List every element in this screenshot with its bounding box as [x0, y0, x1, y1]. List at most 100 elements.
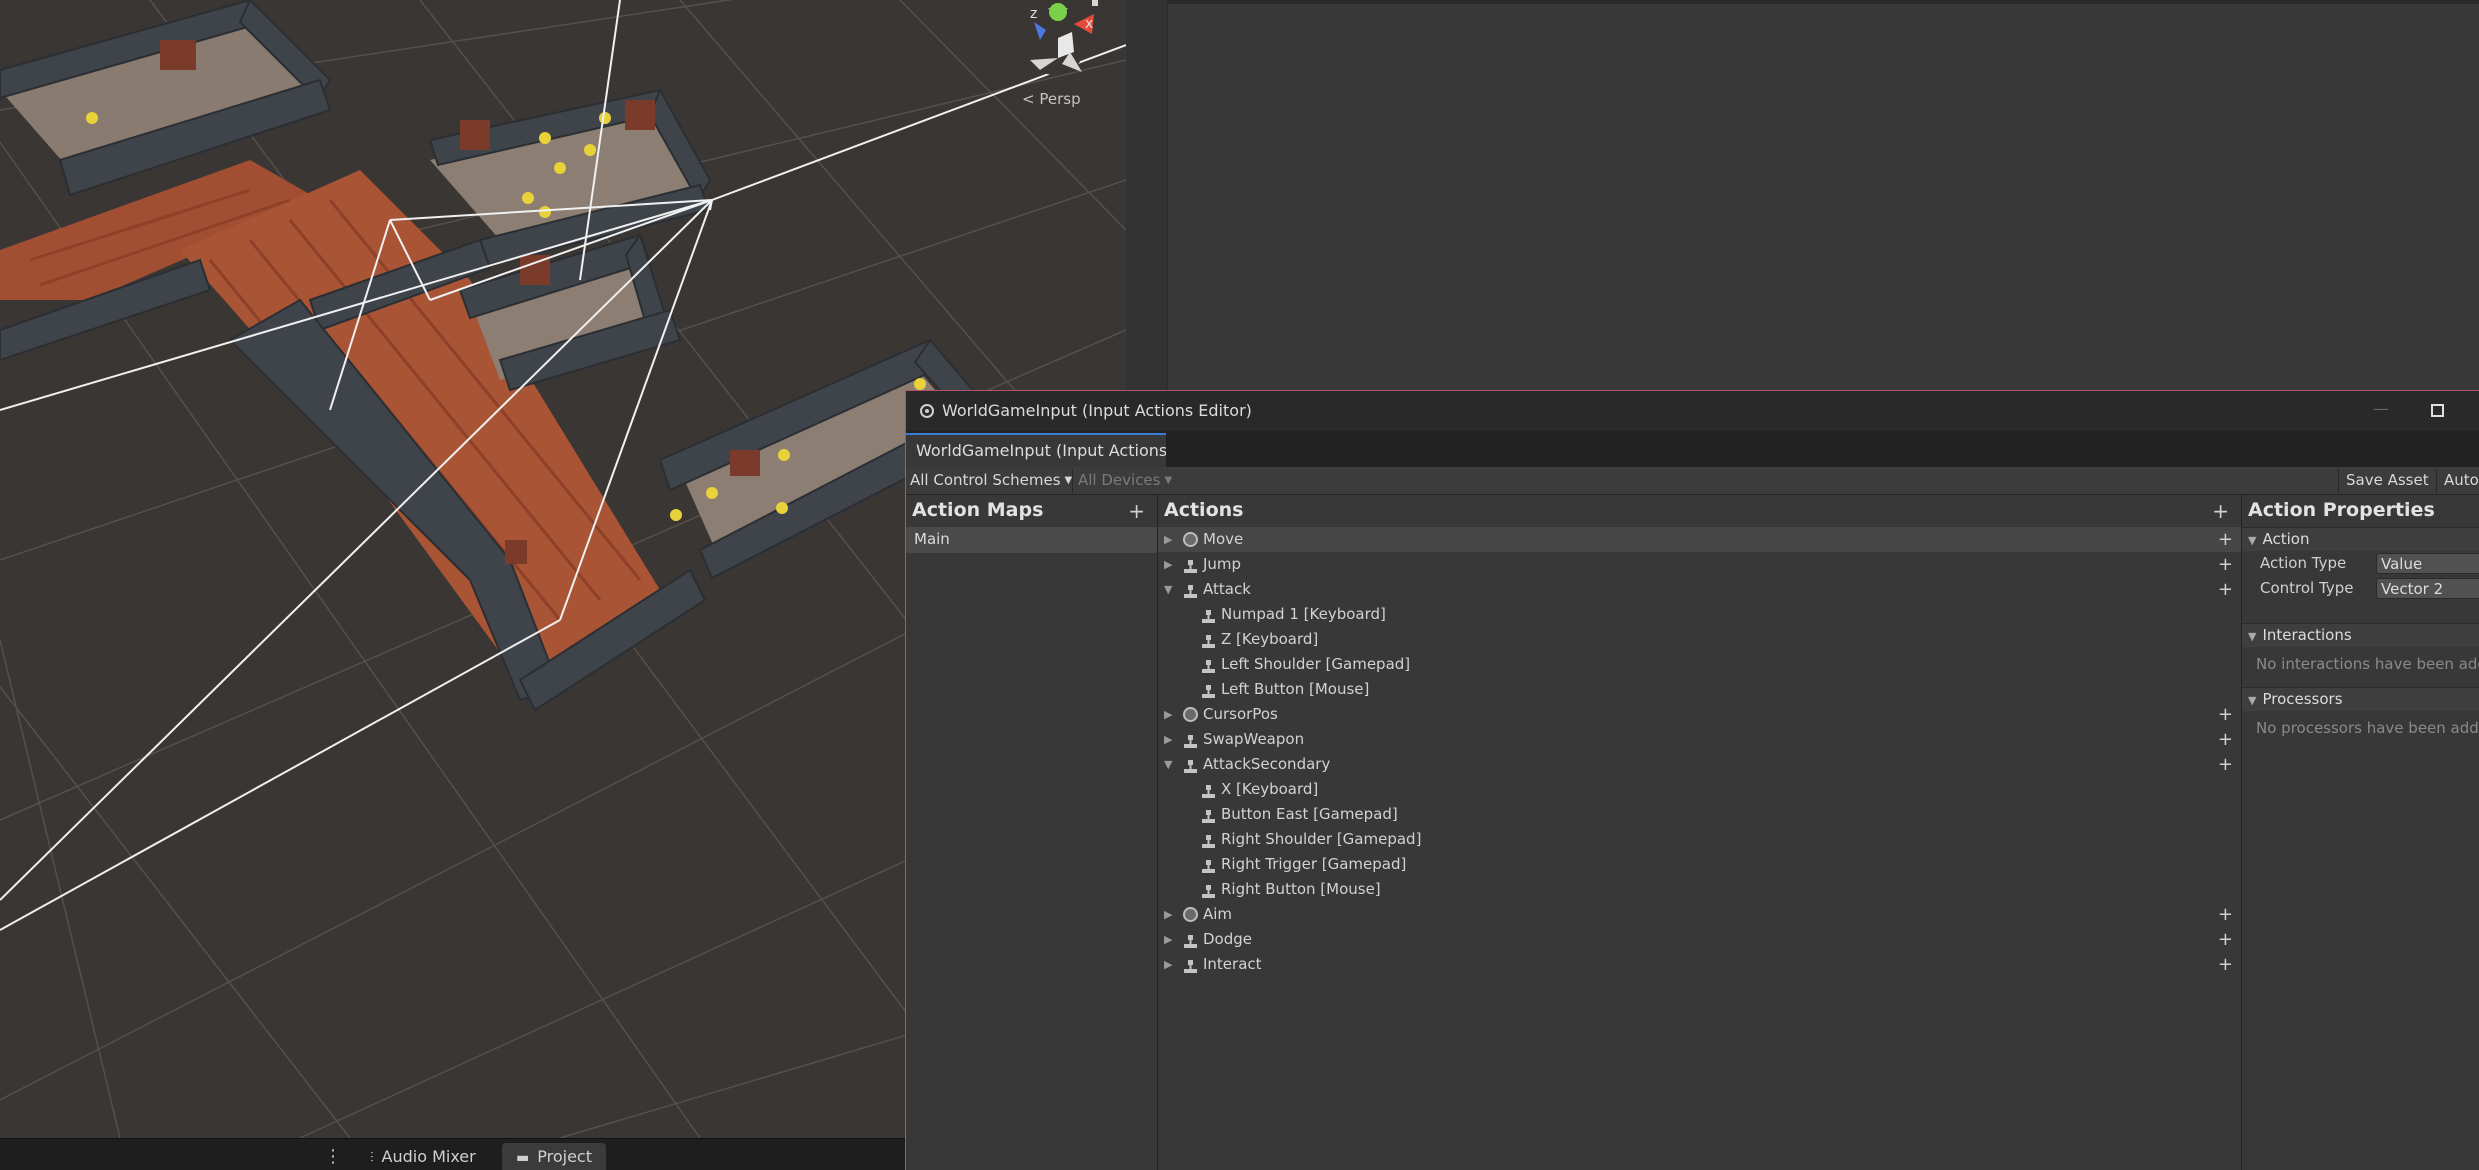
tab-project-label: Project	[537, 1147, 592, 1166]
action-row[interactable]: ▶ SwapWeapon +	[1158, 727, 2241, 752]
interactions-foldout[interactable]: ▼ Interactions	[2242, 623, 2479, 647]
foldout-collapsed-icon[interactable]: ▶	[1164, 927, 1176, 952]
caret-down-icon: ▼	[1164, 475, 1173, 486]
add-binding-button[interactable]: +	[2218, 577, 2233, 602]
foldout-collapsed-icon[interactable]: ▶	[1164, 727, 1176, 752]
input-actions-asset-icon	[920, 404, 934, 418]
foldout-expanded-icon[interactable]: ▼	[1164, 577, 1176, 602]
control-schemes-dropdown[interactable]: All Control Schemes ▼	[910, 471, 1072, 489]
kebab-menu-icon[interactable]: ⋮	[323, 1143, 343, 1170]
action-section-foldout[interactable]: ▼ Action	[2242, 527, 2479, 551]
window-title: WorldGameInput (Input Actions Editor)	[942, 401, 1252, 420]
action-row[interactable]: ▶ Dodge +	[1158, 927, 2241, 952]
control-type-dropdown[interactable]: Vector 2	[2376, 578, 2479, 599]
binding-label: Left Shoulder [Gamepad]	[1221, 655, 1411, 673]
tab-audio-mixer[interactable]: ⫶ Audio Mixer	[356, 1143, 490, 1170]
folder-icon: ▬	[516, 1150, 530, 1166]
button-action-icon	[1183, 957, 1198, 973]
projection-toggle[interactable]: < Persp	[1022, 90, 1081, 108]
add-binding-button[interactable]: +	[2218, 727, 2233, 752]
binding-icon	[1201, 632, 1216, 648]
tab-world-game-input[interactable]: WorldGameInput (Input Actions E	[906, 433, 1166, 467]
button-action-icon	[1183, 757, 1198, 773]
binding-icon	[1201, 657, 1216, 673]
tab-project[interactable]: ▬ Project	[502, 1143, 606, 1170]
actions-tree: ▶ Move + ▶ Jump + ▼ Attack + Numpad 1 [Keyboard] Z…	[1158, 527, 2241, 977]
minimize-button[interactable]: —	[2368, 399, 2394, 423]
action-row[interactable]: ▶ Interact +	[1158, 952, 2241, 977]
action-row[interactable]: ▼ Attack +	[1158, 577, 2241, 602]
add-binding-button[interactable]: +	[2218, 552, 2233, 577]
binding-icon	[1201, 782, 1216, 798]
audio-mixer-icon: ⫶	[370, 1150, 374, 1166]
action-label: AttackSecondary	[1203, 755, 1331, 773]
add-binding-button[interactable]: +	[2218, 927, 2233, 952]
binding-row[interactable]: Left Button [Mouse]	[1158, 677, 2241, 702]
action-row[interactable]: ▼ AttackSecondary +	[1158, 752, 2241, 777]
auto-save-toggle[interactable]: Auto-Save	[2444, 471, 2479, 489]
inspector-panel	[1126, 0, 2479, 390]
binding-row[interactable]: Right Trigger [Gamepad]	[1158, 852, 2241, 877]
binding-label: Right Shoulder [Gamepad]	[1221, 830, 1422, 848]
binding-label: Right Trigger [Gamepad]	[1221, 855, 1407, 873]
devices-dropdown[interactable]: All Devices ▼	[1078, 471, 1172, 489]
binding-row[interactable]: Left Shoulder [Gamepad]	[1158, 652, 2241, 677]
button-action-icon	[1183, 557, 1198, 573]
button-action-icon	[1183, 582, 1198, 598]
binding-label: Left Button [Mouse]	[1221, 680, 1370, 698]
foldout-collapsed-icon[interactable]: ▶	[1164, 527, 1176, 552]
binding-icon	[1201, 607, 1216, 623]
action-properties-panel: Action Properties ▼ Action Action Type Va…	[2242, 495, 2479, 1170]
gizmo-x-label: x	[1085, 16, 1093, 32]
action-label: Interact	[1203, 955, 1262, 973]
actions-panel: Actions + ▶ Move + ▶ Jump + ▼ Attack + Numpad 1 […	[1158, 495, 2242, 1170]
binding-row[interactable]: Numpad 1 [Keyboard]	[1158, 602, 2241, 627]
processors-foldout[interactable]: ▼ Processors	[2242, 687, 2479, 711]
action-label: Aim	[1203, 905, 1233, 923]
action-row[interactable]: ▶ Move +	[1158, 527, 2241, 552]
foldout-collapsed-icon[interactable]: ▶	[1164, 702, 1176, 727]
binding-icon	[1201, 832, 1216, 848]
add-binding-button[interactable]: +	[2218, 527, 2233, 552]
maximize-button[interactable]	[2424, 399, 2450, 423]
action-maps-panel: Action Maps + Main	[906, 495, 1158, 1170]
add-action-button[interactable]: +	[2212, 499, 2229, 523]
action-label: Dodge	[1203, 930, 1252, 948]
add-binding-button[interactable]: +	[2218, 952, 2233, 977]
foldout-expanded-icon[interactable]: ▼	[1164, 752, 1176, 777]
binding-row[interactable]: Right Button [Mouse]	[1158, 877, 2241, 902]
binding-label: Numpad 1 [Keyboard]	[1221, 605, 1386, 623]
action-map-item[interactable]: Main	[906, 527, 1157, 553]
action-label: Move	[1203, 530, 1244, 548]
binding-row[interactable]: Button East [Gamepad]	[1158, 802, 2241, 827]
toolbar-divider	[1072, 469, 1073, 493]
binding-row[interactable]: X [Keyboard]	[1158, 777, 2241, 802]
processors-empty-note: No processors have been added.	[2256, 719, 2479, 737]
foldout-collapsed-icon[interactable]: ▶	[1164, 902, 1176, 927]
save-asset-button[interactable]: Save Asset	[2346, 471, 2429, 489]
projection-label: Persp	[1039, 90, 1081, 108]
add-binding-button[interactable]: +	[2218, 702, 2233, 727]
action-row[interactable]: ▶ Jump +	[1158, 552, 2241, 577]
control-type-label: Control Type	[2260, 579, 2354, 597]
control-schemes-label: All Control Schemes	[910, 471, 1061, 489]
orientation-gizmo[interactable]: z x	[1025, 0, 1098, 75]
action-row[interactable]: ▶ CursorPos +	[1158, 702, 2241, 727]
foldout-collapsed-icon[interactable]: ▶	[1164, 952, 1176, 977]
add-binding-button[interactable]: +	[2218, 752, 2233, 777]
foldout-collapsed-icon[interactable]: ▶	[1164, 552, 1176, 577]
tab-audio-mixer-label: Audio Mixer	[381, 1147, 476, 1166]
add-action-map-button[interactable]: +	[1128, 499, 1145, 523]
binding-row[interactable]: Z [Keyboard]	[1158, 627, 2241, 652]
action-label: Jump	[1203, 555, 1242, 573]
action-label: CursorPos	[1203, 705, 1278, 723]
binding-icon	[1201, 882, 1216, 898]
actions-title: Actions	[1164, 499, 1244, 521]
action-row[interactable]: ▶ Aim +	[1158, 902, 2241, 927]
binding-row[interactable]: Right Shoulder [Gamepad]	[1158, 827, 2241, 852]
control-type-row: Control Type Vector 2	[2242, 576, 2479, 601]
maximize-icon	[2430, 404, 2444, 417]
window-titlebar[interactable]: WorldGameInput (Input Actions Editor) —	[906, 391, 2479, 431]
add-binding-button[interactable]: +	[2218, 902, 2233, 927]
action-type-dropdown[interactable]: Value	[2376, 553, 2479, 574]
